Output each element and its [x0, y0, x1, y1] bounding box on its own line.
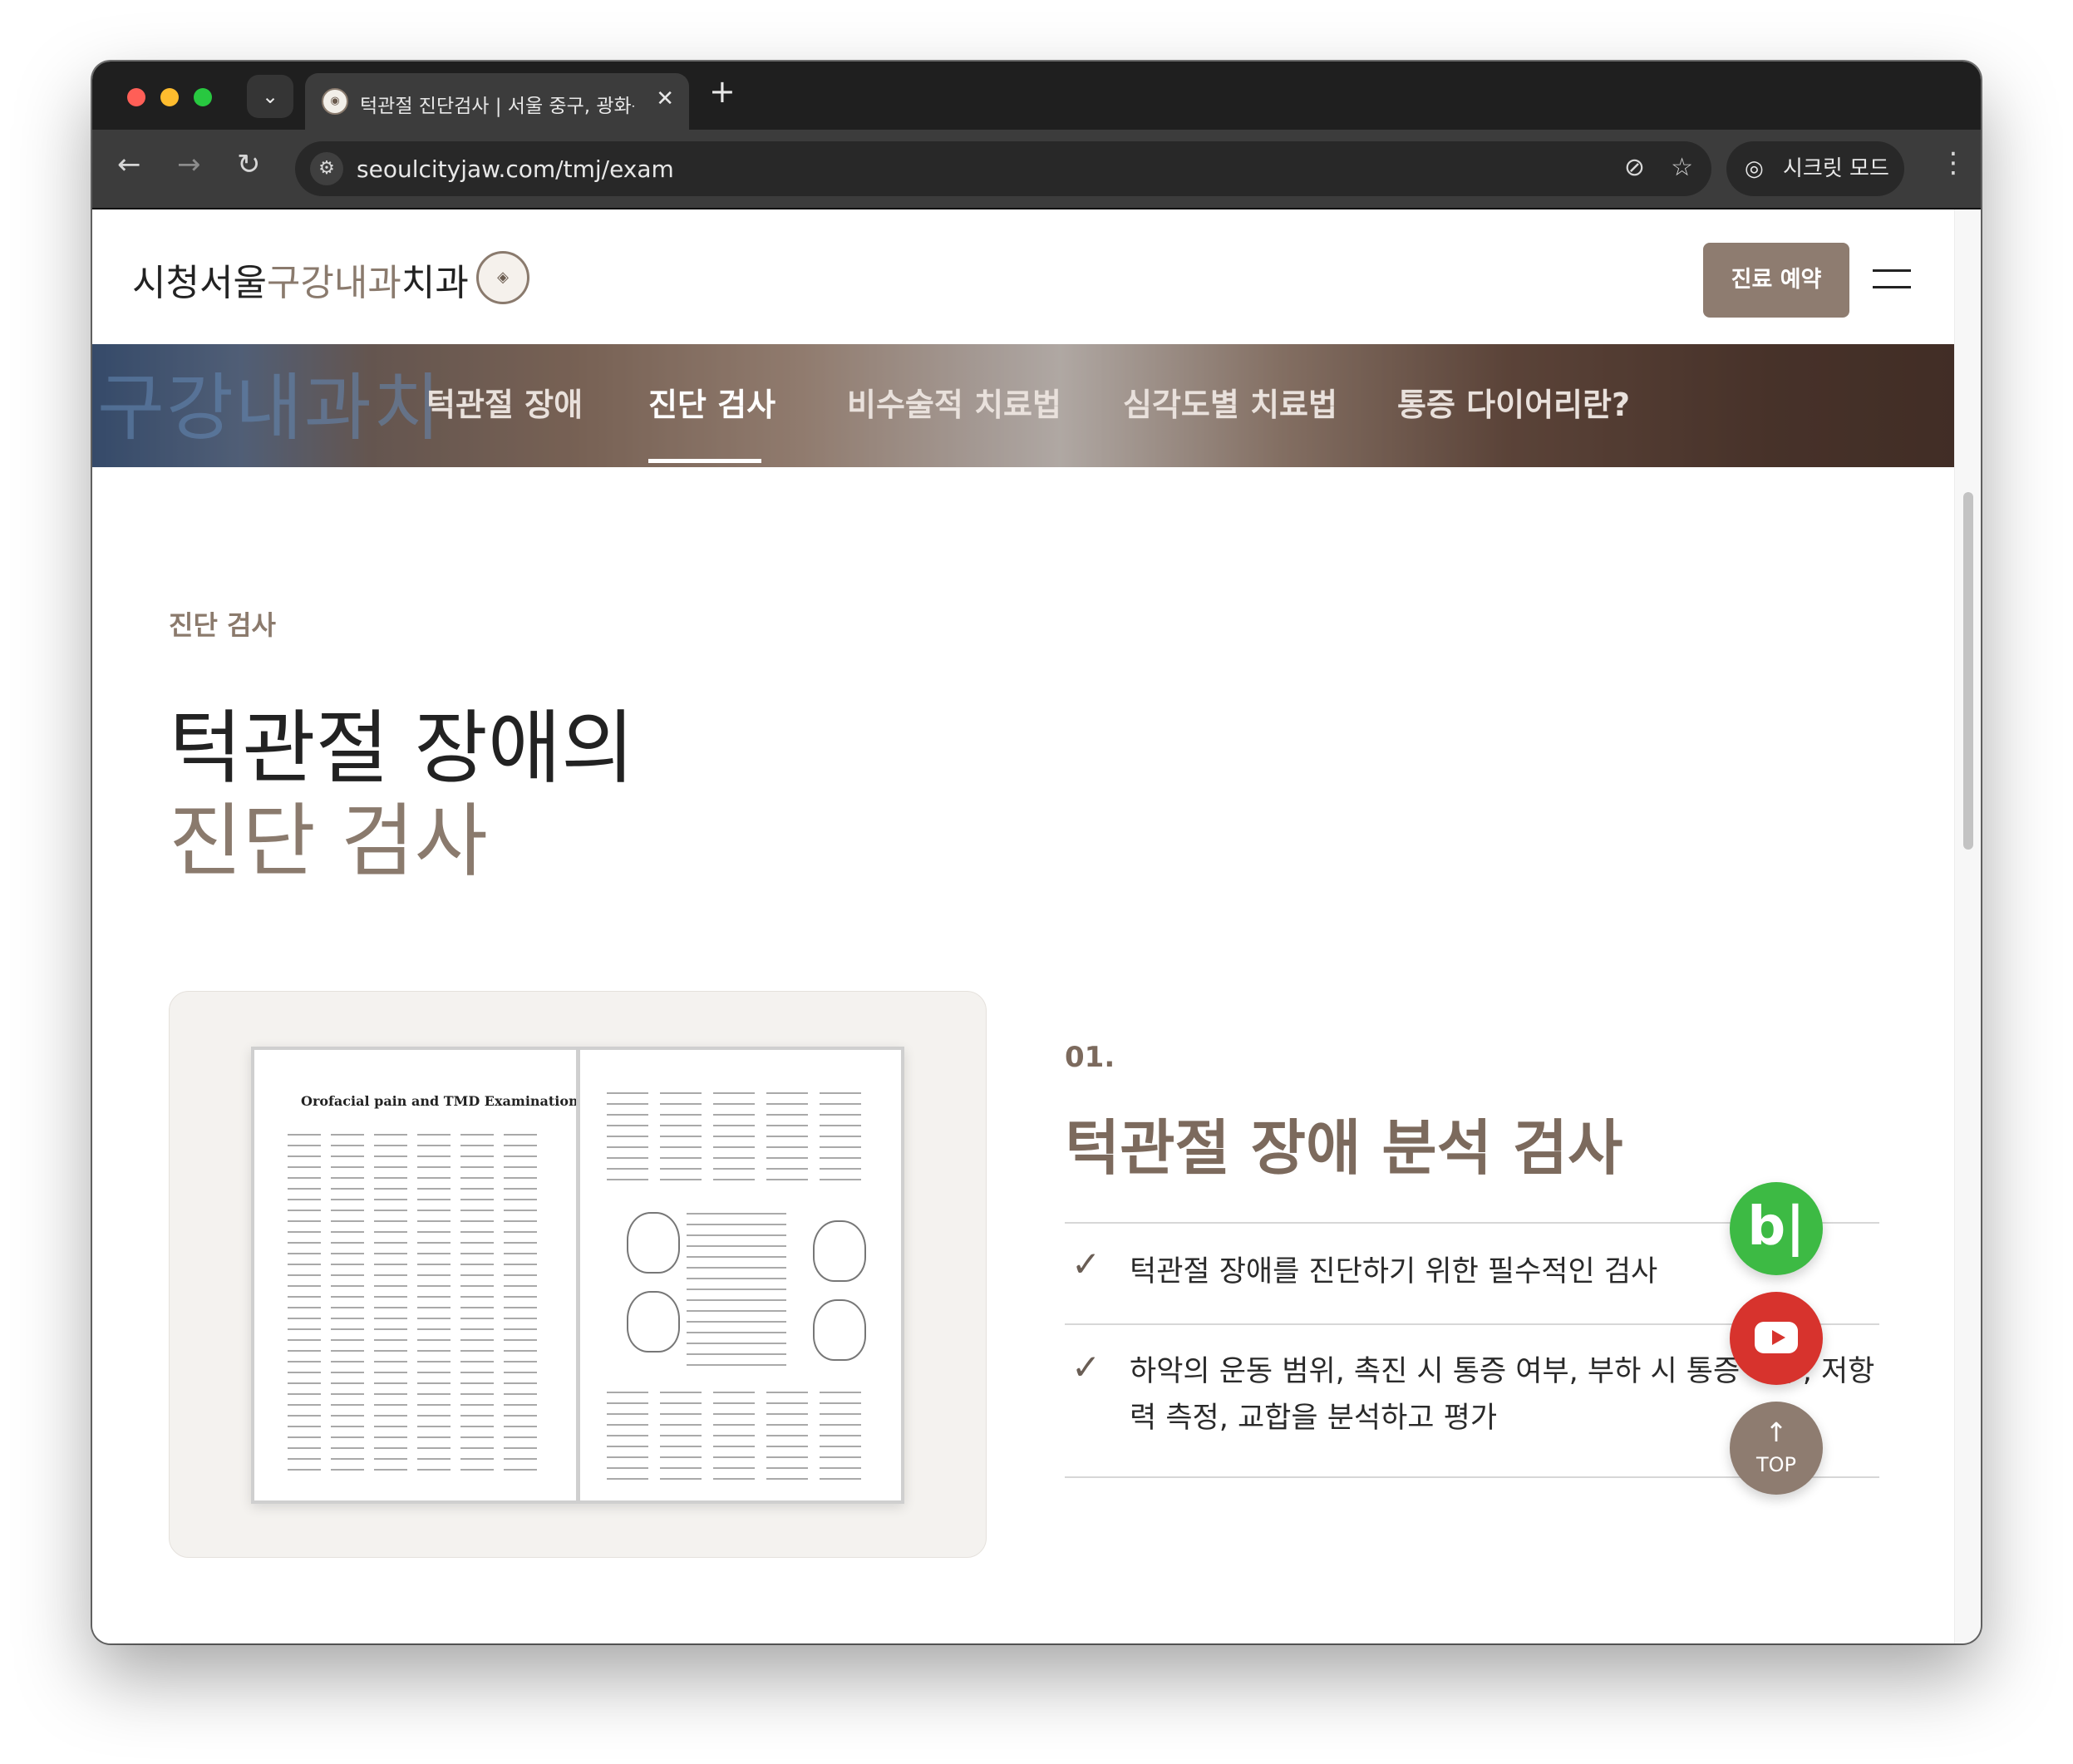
check-icon: ✓: [1071, 1244, 1101, 1284]
minimize-window-button[interactable]: [160, 88, 179, 106]
new-tab-button[interactable]: +: [709, 73, 736, 110]
maximize-window-button[interactable]: [194, 88, 212, 106]
logo-text-1: 시청서울: [132, 262, 267, 304]
item-number: 01.: [1065, 1041, 1115, 1074]
active-tab-indicator: [648, 459, 761, 463]
address-bar[interactable]: ⚙ seoulcityjaw.com/tmj/exam ⊘ ☆: [295, 141, 1711, 196]
exam-form-image: Orofacial pain and TMD Examination: [251, 1047, 904, 1504]
url-text[interactable]: seoulcityjaw.com/tmj/exam: [357, 155, 674, 183]
forward-arrow-icon[interactable]: →: [177, 148, 201, 181]
head-diagram-icon: [813, 1220, 866, 1282]
exam-form-card: Orofacial pain and TMD Examination: [169, 991, 987, 1558]
site-header: 시청서울구강내과치과 ◈ 진료 예약: [92, 209, 1954, 344]
hamburger-line: [1873, 286, 1911, 288]
youtube-button[interactable]: [1730, 1292, 1823, 1385]
incognito-label: 시크릿 모드: [1783, 156, 1889, 181]
logo-text-2: 치과: [401, 262, 469, 304]
back-arrow-icon[interactable]: ←: [117, 148, 141, 181]
item-title: 턱관절 장애 분석 검사: [1065, 1113, 1623, 1183]
subnav-item-nonsurgical[interactable]: 비수술적 치료법: [847, 379, 1061, 425]
form-text-lines: [288, 1125, 537, 1474]
tab-search-button[interactable]: ⌄: [247, 75, 293, 118]
scroll-top-button[interactable]: ↑ TOP: [1730, 1402, 1823, 1495]
exam-form-title: Orofacial pain and TMD Examination: [301, 1093, 579, 1109]
subnav-item-severity[interactable]: 심각도별 치료법: [1123, 379, 1337, 425]
head-diagram-icon: [627, 1212, 680, 1274]
chevron-down-icon: ⌄: [261, 85, 279, 108]
form-text-lines: [687, 1204, 786, 1370]
play-icon: [1772, 1330, 1785, 1345]
reservation-button[interactable]: 진료 예약: [1703, 243, 1849, 318]
head-diagram-icon: [627, 1291, 680, 1353]
incognito-indicator[interactable]: ◎ 시크릿 모드: [1726, 141, 1904, 196]
browser-toolbar: ← → ↻ ⚙ seoulcityjaw.com/tmj/exam ⊘ ☆ ◎ …: [92, 130, 1981, 209]
sub-navigation: 턱관절 장애 진단 검사 비수술적 치료법 심각도별 치료법 통증 다이어리란?: [92, 344, 1954, 467]
head-diagram-icon: [813, 1299, 866, 1361]
subnav-item-pain-diary[interactable]: 통증 다이어리란?: [1397, 379, 1630, 425]
tab-strip: ⌄ ◉ 턱관절 진단검사 | 서울 중구, 광화문 ✕ +: [92, 62, 1981, 130]
form-page-divider: [576, 1050, 580, 1500]
page-scrollbar[interactable]: [1954, 209, 1981, 1643]
kebab-menu-icon[interactable]: ⋮: [1939, 146, 1967, 180]
favicon-icon: ◉: [322, 88, 348, 115]
site-info-icon[interactable]: ⚙: [310, 152, 343, 185]
browser-window: ⌄ ◉ 턱관절 진단검사 | 서울 중구, 광화문 ✕ + ← → ↻ ⚙ se…: [92, 62, 1981, 1643]
hamburger-line: [1873, 269, 1911, 272]
site-logo[interactable]: 시청서울구강내과치과: [132, 253, 469, 306]
section-label: 진단 검사: [169, 609, 276, 641]
logo-emblem-icon: ◈: [476, 251, 529, 304]
check-icon: ✓: [1071, 1347, 1101, 1387]
subnav-item-tmj-disorder[interactable]: 턱관절 장애: [426, 379, 583, 425]
subnav-banner: 구강내과치 턱관절 장애 진단 검사 비수술적 치료법 심각도별 치료법 통증 …: [92, 344, 1954, 467]
logo-text-accent: 구강내과: [266, 262, 401, 304]
subnav-item-diagnosis[interactable]: 진단 검사: [648, 379, 776, 425]
blog-button[interactable]: b|: [1730, 1182, 1823, 1275]
star-icon[interactable]: ☆: [1671, 153, 1693, 182]
form-text-lines: [607, 1382, 873, 1482]
reload-icon[interactable]: ↻: [237, 148, 261, 181]
arrow-up-icon: ↑: [1765, 1417, 1788, 1448]
tab-close-icon[interactable]: ✕: [656, 86, 674, 111]
scrollbar-thumb[interactable]: [1963, 492, 1973, 850]
web-page: 시청서울구강내과치과 ◈ 진료 예약 구강내과치 턱관절 장애 진단 검사 비수…: [92, 209, 1954, 1643]
form-text-lines: [607, 1083, 873, 1183]
scroll-top-label: TOP: [1755, 1453, 1797, 1476]
eye-off-icon[interactable]: ⊘: [1624, 153, 1645, 182]
close-window-button[interactable]: [127, 88, 145, 106]
incognito-icon: ◎: [1745, 156, 1764, 181]
active-tab[interactable]: ◉ 턱관절 진단검사 | 서울 중구, 광화문 ✕: [305, 73, 689, 130]
headline-line-2: 진단 검사: [169, 795, 488, 888]
tab-title: 턱관절 진단검사 | 서울 중구, 광화문: [360, 96, 634, 117]
youtube-icon: [1755, 1322, 1798, 1353]
hamburger-menu-icon[interactable]: [1873, 269, 1911, 289]
